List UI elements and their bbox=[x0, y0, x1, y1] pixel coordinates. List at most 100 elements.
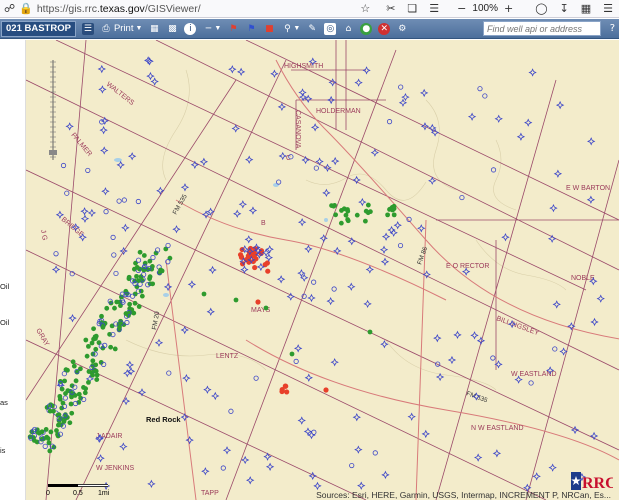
oil-well-marker[interactable] bbox=[201, 291, 207, 297]
oil-well-marker[interactable] bbox=[289, 351, 295, 357]
oil-well-marker[interactable] bbox=[57, 396, 63, 402]
pocket-icon[interactable]: ◯ bbox=[535, 0, 547, 18]
oil-well-marker[interactable] bbox=[112, 305, 117, 311]
oil-well-marker[interactable] bbox=[132, 300, 138, 306]
oil-well-marker[interactable] bbox=[51, 408, 56, 414]
search-box[interactable] bbox=[483, 21, 601, 36]
zoom-slider[interactable] bbox=[48, 58, 58, 162]
oil-well-marker[interactable] bbox=[391, 212, 397, 218]
permit-marker[interactable] bbox=[323, 387, 329, 393]
permit-marker[interactable] bbox=[283, 383, 289, 389]
oil-well-marker[interactable] bbox=[112, 346, 118, 352]
map-canvas[interactable]: WALTERS HIGHSMITH CASANOVA HOLDERMAN PALMER E… bbox=[26, 40, 619, 500]
oil-well-marker[interactable] bbox=[83, 337, 89, 343]
oil-well-marker[interactable] bbox=[39, 429, 45, 435]
oil-well-marker[interactable] bbox=[86, 379, 91, 385]
clear-button[interactable]: ■ bbox=[263, 20, 275, 38]
chart-button[interactable]: ▩ bbox=[166, 20, 178, 38]
oil-well-marker[interactable] bbox=[363, 208, 369, 214]
zoom-out-icon[interactable]: − bbox=[457, 0, 466, 18]
oil-well-marker[interactable] bbox=[46, 440, 52, 446]
oil-well-marker[interactable] bbox=[385, 212, 391, 218]
oil-well-marker[interactable] bbox=[73, 378, 79, 384]
oil-well-marker[interactable] bbox=[54, 428, 59, 433]
oil-well-marker[interactable] bbox=[338, 220, 344, 226]
table-button[interactable]: ▦ bbox=[148, 20, 160, 38]
oil-well-marker[interactable] bbox=[343, 212, 349, 218]
oil-well-marker[interactable] bbox=[341, 206, 347, 212]
oil-well-marker[interactable] bbox=[69, 410, 75, 416]
permit-marker[interactable] bbox=[255, 299, 261, 305]
oil-well-marker[interactable] bbox=[114, 299, 120, 305]
oil-well-marker[interactable] bbox=[104, 305, 110, 311]
copy-icon[interactable]: ❏ bbox=[407, 0, 417, 18]
oil-well-marker[interactable] bbox=[86, 369, 92, 374]
oil-well-marker[interactable] bbox=[263, 305, 269, 311]
oil-well-marker[interactable] bbox=[147, 276, 152, 282]
print-button[interactable]: ⎙ Print ▼ bbox=[100, 20, 142, 38]
oil-well-marker[interactable] bbox=[67, 420, 73, 426]
zoom-level[interactable]: 100% bbox=[472, 3, 498, 14]
oil-well-marker[interactable] bbox=[119, 294, 124, 300]
flag-blue-button[interactable]: ⚑ bbox=[245, 20, 257, 38]
address-bar[interactable]: ☍ 🔒 https://gis.rrc.texas.gov/GISViewer/ bbox=[4, 1, 201, 17]
oil-well-marker[interactable] bbox=[93, 346, 99, 352]
oil-well-marker[interactable] bbox=[94, 372, 100, 378]
oil-well-marker[interactable] bbox=[123, 311, 129, 316]
oil-well-marker[interactable] bbox=[126, 274, 132, 280]
oil-well-marker[interactable] bbox=[62, 378, 67, 384]
oil-well-marker[interactable] bbox=[367, 329, 373, 335]
oil-well-marker[interactable] bbox=[362, 218, 368, 224]
permit-marker[interactable] bbox=[264, 260, 270, 266]
oil-well-marker[interactable] bbox=[136, 304, 142, 309]
layers-button[interactable]: ☰ bbox=[81, 20, 94, 38]
oil-well-marker[interactable] bbox=[68, 401, 74, 407]
oil-well-marker[interactable] bbox=[137, 249, 143, 255]
oil-well-marker[interactable] bbox=[86, 343, 91, 349]
menu-icon[interactable]: ☰ bbox=[603, 0, 613, 18]
oil-well-marker[interactable] bbox=[333, 212, 339, 218]
search-input[interactable] bbox=[484, 22, 600, 35]
oil-well-marker[interactable] bbox=[35, 429, 41, 435]
oil-well-marker[interactable] bbox=[65, 367, 70, 373]
permit-marker[interactable] bbox=[252, 264, 258, 271]
oil-well-marker[interactable] bbox=[149, 264, 155, 269]
oil-well-marker[interactable] bbox=[90, 358, 96, 364]
oil-well-marker[interactable] bbox=[127, 301, 133, 307]
measure-button[interactable]: ─ ▼ bbox=[202, 20, 222, 38]
oil-well-marker[interactable] bbox=[100, 324, 106, 330]
zoom-button[interactable]: ⚲ ▼ bbox=[281, 20, 300, 38]
download-icon[interactable]: ↧ bbox=[560, 0, 569, 18]
help-icon[interactable]: ? bbox=[610, 23, 615, 34]
oil-well-marker[interactable] bbox=[365, 202, 371, 208]
stop-button[interactable]: ✕ bbox=[378, 20, 391, 38]
cut-icon[interactable]: ✂ bbox=[386, 0, 395, 18]
oil-well-marker[interactable] bbox=[99, 313, 104, 319]
oil-well-marker[interactable] bbox=[331, 203, 337, 209]
oil-well-marker[interactable] bbox=[90, 372, 95, 378]
permit-marker[interactable] bbox=[265, 268, 271, 274]
oil-well-marker[interactable] bbox=[391, 206, 397, 212]
extensions-icon[interactable]: ▦ bbox=[581, 0, 591, 18]
oil-well-marker[interactable] bbox=[84, 353, 90, 359]
zoom-handle[interactable] bbox=[49, 150, 57, 155]
oil-well-marker[interactable] bbox=[82, 390, 88, 396]
oil-well-marker[interactable] bbox=[59, 386, 65, 392]
info-button[interactable]: i bbox=[184, 20, 197, 38]
zoom-in-icon[interactable]: + bbox=[504, 0, 513, 18]
oil-well-marker[interactable] bbox=[45, 436, 51, 441]
settings-button[interactable]: ⚙ bbox=[396, 20, 408, 38]
oil-well-marker[interactable] bbox=[69, 383, 75, 389]
home-button[interactable]: ⌂ bbox=[342, 20, 354, 38]
permit-marker[interactable] bbox=[284, 389, 290, 395]
oil-well-marker[interactable] bbox=[83, 386, 89, 392]
oil-well-marker[interactable] bbox=[233, 297, 239, 303]
flag-button[interactable]: ⚑ bbox=[227, 20, 239, 38]
map-svg[interactable]: WALTERSHIGHSMITHCASANOVA HOLDERMANPALMERE… bbox=[26, 40, 619, 500]
oil-well-marker[interactable] bbox=[158, 267, 164, 273]
paste-icon[interactable]: ☰ bbox=[429, 0, 439, 18]
oil-well-marker[interactable] bbox=[134, 265, 140, 270]
oil-well-marker[interactable] bbox=[91, 326, 96, 332]
star-icon[interactable]: ☆ bbox=[360, 0, 370, 18]
draw-button[interactable]: ✎ bbox=[306, 20, 318, 38]
